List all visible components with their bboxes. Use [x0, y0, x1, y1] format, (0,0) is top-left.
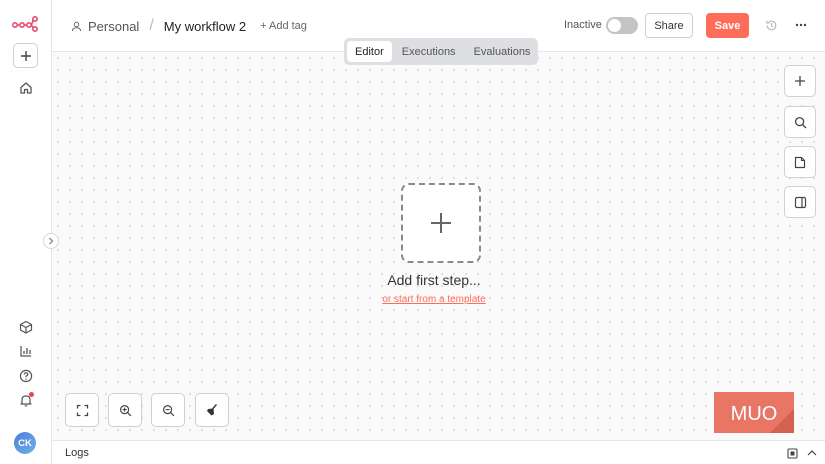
add-tag-button[interactable]: + Add tag: [260, 20, 307, 32]
help-icon[interactable]: [16, 366, 36, 386]
plus-icon: [795, 76, 805, 86]
add-first-step-label: Add first step...: [387, 272, 481, 288]
start-from-template-link[interactable]: or start from a template: [334, 294, 534, 305]
logs-panel-bar[interactable]: Logs: [52, 440, 825, 464]
panel-icon: [794, 196, 806, 208]
zoom-out-icon: [162, 404, 174, 416]
toggle-knob: [608, 19, 621, 32]
add-sticky-note-button[interactable]: [784, 146, 816, 178]
breadcrumb-separator: /: [149, 17, 154, 34]
user-icon: [72, 21, 81, 31]
tab-evaluations[interactable]: Evaluations: [466, 41, 539, 62]
logs-label: Logs: [65, 447, 89, 459]
zoom-in-icon: [119, 404, 131, 416]
notifications-bell-icon[interactable]: [16, 390, 36, 410]
svg-text:MUO: MUO: [731, 403, 778, 425]
zoom-to-fit-button[interactable]: [65, 393, 99, 427]
notification-dot: [29, 392, 34, 397]
sticky-note-icon: [794, 156, 806, 168]
user-avatar[interactable]: CK: [14, 432, 36, 454]
zoom-in-button[interactable]: [108, 393, 142, 427]
workflow-title[interactable]: My workflow 2: [164, 19, 246, 34]
history-icon[interactable]: [762, 16, 780, 34]
add-node-button[interactable]: [784, 65, 816, 97]
breadcrumb: Personal / My workflow 2 + Add tag: [71, 17, 307, 35]
save-button[interactable]: Save: [706, 13, 749, 38]
plus-icon: [20, 50, 31, 61]
tab-executions[interactable]: Executions: [394, 41, 464, 62]
create-button[interactable]: [13, 43, 38, 68]
share-button[interactable]: Share: [645, 13, 693, 38]
tidy-up-button[interactable]: [195, 393, 229, 427]
chevron-right-icon: [49, 237, 54, 245]
chevron-up-icon[interactable]: [805, 446, 819, 460]
templates-box-icon[interactable]: [16, 317, 36, 337]
home-icon[interactable]: [16, 78, 36, 98]
plus-icon: [431, 213, 451, 233]
left-sidebar: CK: [0, 0, 52, 464]
search-icon: [794, 116, 806, 128]
fit-view-icon: [76, 404, 88, 416]
add-first-step-button[interactable]: [401, 183, 481, 263]
zoom-out-button[interactable]: [151, 393, 185, 427]
project-link[interactable]: Personal: [88, 19, 139, 34]
toggle-panel-button[interactable]: [784, 186, 816, 218]
expand-sidebar-button[interactable]: [43, 233, 59, 249]
search-nodes-button[interactable]: [784, 106, 816, 138]
active-toggle[interactable]: [606, 17, 638, 34]
more-options-icon[interactable]: [792, 16, 810, 34]
insights-chart-icon[interactable]: [16, 341, 36, 361]
view-tabs: Editor Executions Evaluations: [344, 38, 538, 65]
workflow-status-label: Inactive: [564, 19, 602, 31]
broom-icon: [207, 404, 218, 416]
muo-watermark-logo: MUO: [714, 392, 794, 433]
tab-editor[interactable]: Editor: [347, 41, 392, 62]
pop-out-logs-icon[interactable]: [785, 446, 799, 460]
n8n-logo-icon[interactable]: [11, 14, 38, 33]
